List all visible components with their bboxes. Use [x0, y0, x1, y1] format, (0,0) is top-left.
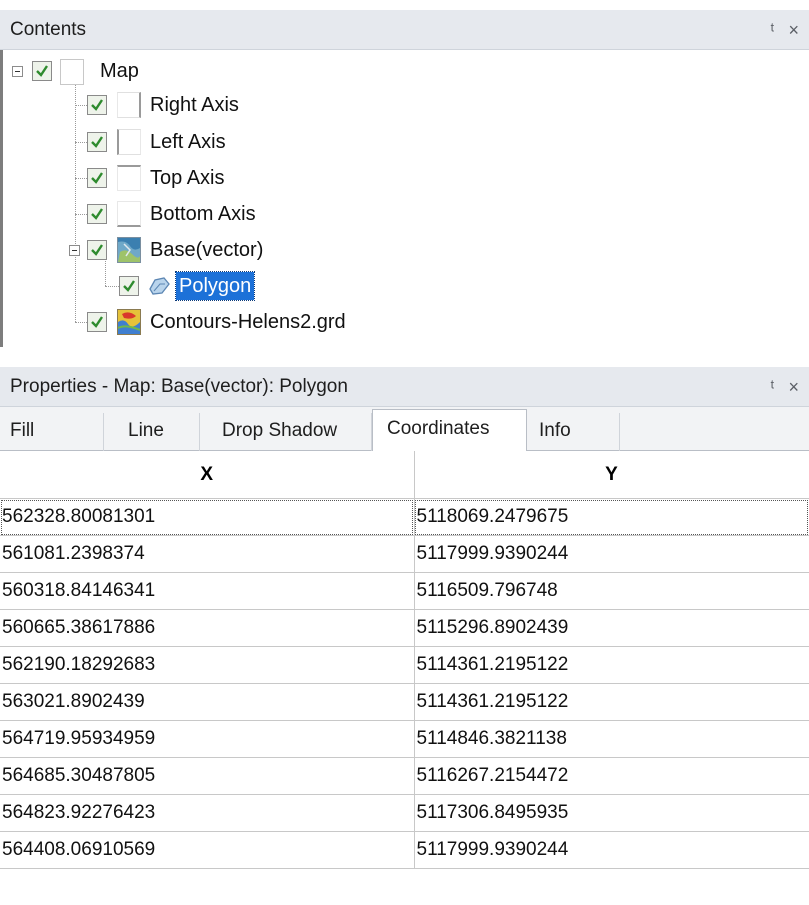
table-row[interactable]: 564719.95934959 5114846.3821138	[0, 720, 809, 758]
tree-item-base-vector[interactable]: Base(vector)	[3, 233, 303, 267]
y-cell[interactable]: 5115296.8902439	[414, 609, 809, 647]
collapse-toggle[interactable]	[12, 66, 23, 77]
visibility-checkbox[interactable]	[87, 312, 107, 332]
x-cell[interactable]: 561081.2398374	[0, 535, 415, 573]
tree-item-contours[interactable]: Contours-Helens2.grd	[3, 305, 363, 339]
map-icon	[60, 59, 84, 85]
tree-item-bottom-axis[interactable]: Bottom Axis	[3, 197, 303, 231]
y-cell[interactable]: 5118069.2479675	[414, 498, 809, 536]
grid-header-row: X Y	[0, 451, 809, 499]
tree-item-polygon[interactable]: Polygon	[3, 269, 303, 303]
column-header-y[interactable]: Y	[414, 451, 809, 499]
tab-coordinates[interactable]: Coordinates	[372, 409, 527, 452]
table-row[interactable]: 560318.84146341 5116509.796748	[0, 572, 809, 610]
tree-item-label: Top Axis	[150, 167, 225, 189]
tab-fill[interactable]: Fill	[0, 413, 104, 451]
bottom-axis-icon	[117, 201, 141, 227]
tab-label: Drop Shadow	[222, 420, 338, 441]
y-cell[interactable]: 5117999.9390244	[414, 831, 809, 869]
pin-icon[interactable]: ᵗ	[771, 20, 789, 40]
properties-tabs: Fill Line Drop Shadow Coordinates Info	[0, 407, 809, 452]
tab-label: Line	[128, 420, 164, 441]
x-cell[interactable]: 564685.30487805	[0, 757, 415, 795]
y-cell[interactable]: 5114361.2195122	[414, 646, 809, 684]
coordinates-grid: X Y 562328.80081301 5118069.2479675 56108…	[0, 451, 809, 869]
properties-title-text: Properties - Map: Base(vector): Polygon	[10, 376, 348, 397]
tree-item-label: Left Axis	[150, 131, 226, 153]
tab-line[interactable]: Line	[104, 413, 200, 451]
table-row[interactable]: 562328.80081301 5118069.2479675	[0, 498, 809, 536]
table-row[interactable]: 564685.30487805 5116267.2154472	[0, 757, 809, 795]
tab-info[interactable]: Info	[527, 413, 620, 451]
tree-item-label: Contours-Helens2.grd	[150, 311, 346, 333]
properties-panel-controls: ᵗ×	[771, 367, 809, 407]
x-cell[interactable]: 564823.92276423	[0, 794, 415, 832]
visibility-checkbox[interactable]	[87, 240, 107, 260]
column-header-x[interactable]: X	[0, 451, 415, 499]
tab-label: Info	[539, 420, 571, 441]
contents-panel-controls: ᵗ×	[771, 10, 809, 50]
collapse-toggle[interactable]	[69, 245, 80, 256]
tree-item-label: Map	[100, 60, 139, 82]
tree-item-label: Polygon	[174, 271, 256, 301]
contents-panel-title: Contents ᵗ×	[0, 10, 809, 50]
tab-label: Fill	[10, 420, 35, 441]
table-row[interactable]: 562190.18292683 5114361.2195122	[0, 646, 809, 684]
visibility-checkbox[interactable]	[119, 276, 139, 296]
table-row[interactable]: 564408.06910569 5117999.9390244	[0, 831, 809, 869]
y-cell[interactable]: 5117306.8495935	[414, 794, 809, 832]
y-cell[interactable]: 5114361.2195122	[414, 683, 809, 721]
visibility-checkbox[interactable]	[87, 95, 107, 115]
table-row[interactable]: 563021.8902439 5114361.2195122	[0, 683, 809, 721]
tree-item-top-axis[interactable]: Top Axis	[3, 161, 303, 195]
tree-item-left-axis[interactable]: Left Axis	[3, 125, 303, 159]
pin-icon[interactable]: ᵗ	[771, 377, 789, 397]
tab-drop-shadow[interactable]: Drop Shadow	[200, 413, 372, 451]
x-cell[interactable]: 560665.38617886	[0, 609, 415, 647]
tree-item-label: Base(vector)	[150, 239, 264, 261]
left-axis-icon	[117, 129, 141, 155]
x-cell[interactable]: 564408.06910569	[0, 831, 415, 869]
x-cell[interactable]: 560318.84146341	[0, 572, 415, 610]
visibility-checkbox[interactable]	[87, 132, 107, 152]
visibility-checkbox[interactable]	[87, 168, 107, 188]
base-vector-icon	[117, 237, 141, 263]
y-cell[interactable]: 5114846.3821138	[414, 720, 809, 758]
polygon-icon	[147, 275, 171, 297]
table-row[interactable]: 561081.2398374 5117999.9390244	[0, 535, 809, 573]
close-icon[interactable]: ×	[788, 377, 809, 397]
y-cell[interactable]: 5117999.9390244	[414, 535, 809, 573]
tree-item-label: Right Axis	[150, 94, 239, 116]
top-axis-icon	[117, 165, 141, 191]
visibility-checkbox[interactable]	[32, 61, 52, 81]
visibility-checkbox[interactable]	[87, 204, 107, 224]
x-cell[interactable]: 562328.80081301	[0, 498, 415, 536]
contours-icon	[117, 309, 141, 335]
contents-tree: Map Right Axis Left Axis Top Axis Bottom…	[0, 50, 809, 347]
tree-item-map[interactable]: Map	[3, 56, 303, 90]
close-icon[interactable]: ×	[788, 20, 809, 40]
y-cell[interactable]: 5116267.2154472	[414, 757, 809, 795]
x-cell[interactable]: 563021.8902439	[0, 683, 415, 721]
properties-panel-title: Properties - Map: Base(vector): Polygon …	[0, 367, 809, 407]
contents-title-text: Contents	[10, 19, 87, 40]
tree-item-label: Bottom Axis	[150, 203, 256, 225]
x-cell[interactable]: 562190.18292683	[0, 646, 415, 684]
y-cell[interactable]: 5116509.796748	[414, 572, 809, 610]
right-axis-icon	[117, 92, 141, 118]
table-row[interactable]: 564823.92276423 5117306.8495935	[0, 794, 809, 832]
tree-item-right-axis[interactable]: Right Axis	[3, 88, 303, 122]
tab-label: Coordinates	[387, 418, 490, 439]
table-row[interactable]: 560665.38617886 5115296.8902439	[0, 609, 809, 647]
x-cell[interactable]: 564719.95934959	[0, 720, 415, 758]
